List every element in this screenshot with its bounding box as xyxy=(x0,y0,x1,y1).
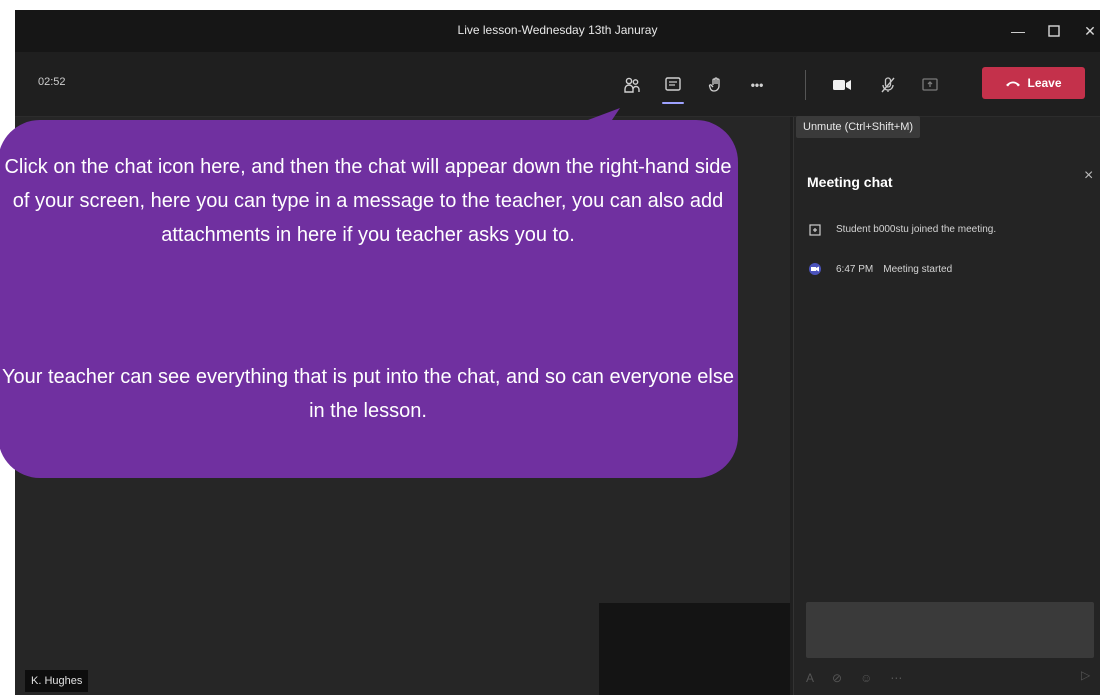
more-icon[interactable]: ⋯ xyxy=(890,671,902,685)
minimize-icon[interactable]: — xyxy=(1005,19,1031,43)
leave-button[interactable]: Leave xyxy=(982,67,1085,99)
chat-message-input[interactable] xyxy=(806,602,1094,658)
send-icon[interactable]: ▷ xyxy=(1081,668,1090,682)
close-icon[interactable]: ✕ xyxy=(1077,19,1100,43)
phone-hangup-icon xyxy=(1006,81,1021,87)
share-screen-icon[interactable] xyxy=(915,72,945,98)
emoji-icon[interactable]: ☺ xyxy=(860,671,872,685)
camera-icon[interactable] xyxy=(827,72,857,98)
chat-icon[interactable] xyxy=(658,72,688,104)
callout-privacy-text: Your teacher can see everything that is … xyxy=(2,366,734,422)
meeting-timer: 02:52 xyxy=(38,76,66,88)
toolbar-divider xyxy=(805,70,806,100)
self-video-tile xyxy=(599,603,790,695)
raise-hand-icon[interactable] xyxy=(701,72,731,98)
window-title: Live lesson-Wednesday 13th Januray xyxy=(457,23,658,37)
more-options-button[interactable]: ••• xyxy=(742,72,772,98)
title-bar: Live lesson-Wednesday 13th Januray — ✕ xyxy=(15,10,1100,52)
meeting-chat-panel: Meeting chat × Student b000stu joined th… xyxy=(793,117,1100,695)
chat-message: 6:47 PM Meeting started xyxy=(804,263,952,276)
unmute-tooltip: Unmute (Ctrl+Shift+M) xyxy=(796,116,921,138)
participants-icon[interactable] xyxy=(617,72,647,98)
participant-name-tag: K. Hughes xyxy=(25,670,89,692)
chat-compose-actions: A ⊘ ☺ ⋯ xyxy=(806,667,1096,689)
format-icon[interactable]: A xyxy=(806,671,814,685)
leave-label: Leave xyxy=(1027,76,1062,90)
chat-message-text: Student b000stu joined the meeting. xyxy=(836,224,997,235)
join-icon xyxy=(804,223,826,237)
chat-message-text: Meeting started xyxy=(883,264,953,275)
video-icon xyxy=(804,263,826,276)
chat-message-time: 6:47 PM xyxy=(836,264,874,275)
attach-icon[interactable]: ⊘ xyxy=(832,671,842,685)
chat-close-icon[interactable]: × xyxy=(1084,167,1093,185)
callout-instruction-text: Click on the chat icon here, and then th… xyxy=(4,156,732,246)
maximize-icon[interactable] xyxy=(1041,19,1067,43)
chat-message: Student b000stu joined the meeting. xyxy=(804,223,1006,237)
mic-muted-icon[interactable] xyxy=(873,72,903,98)
chat-title: Meeting chat xyxy=(807,174,893,190)
instruction-callout: Click on the chat icon here, and then th… xyxy=(0,120,738,478)
